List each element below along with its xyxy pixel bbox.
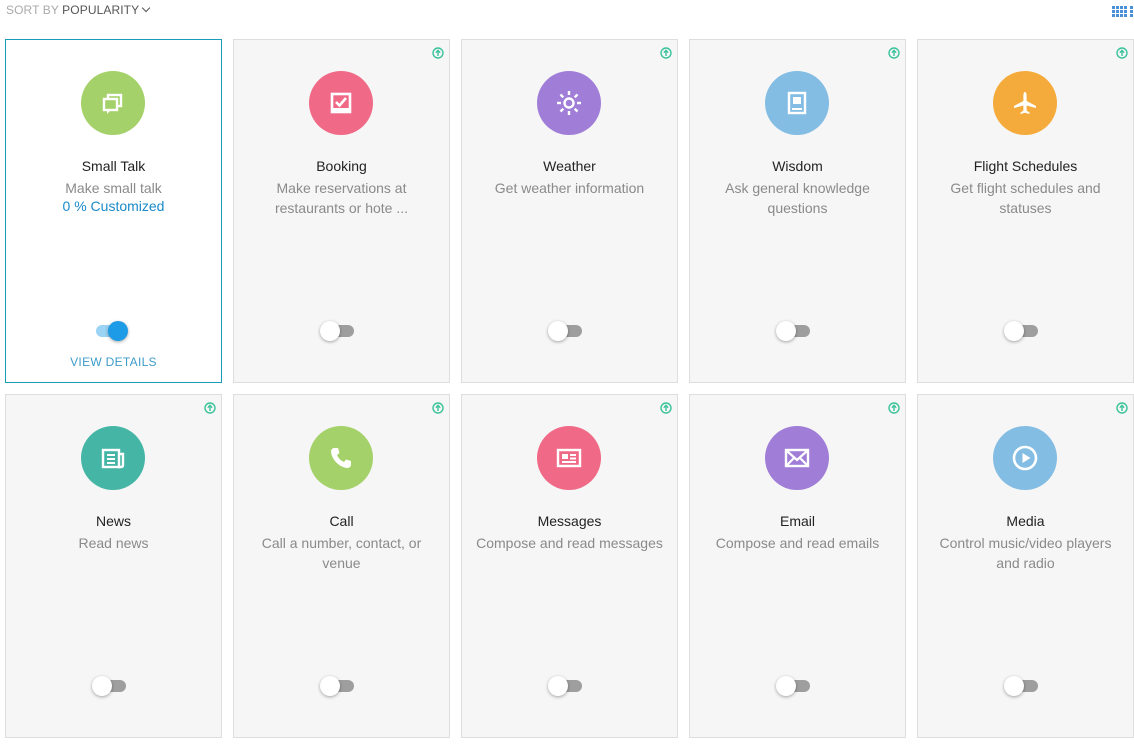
calendar-check-icon (309, 71, 373, 135)
agent-card-messages[interactable]: Messages Compose and read messages (461, 394, 678, 738)
upgrade-icon[interactable] (1116, 47, 1128, 59)
play-icon (993, 426, 1057, 490)
upgrade-icon[interactable] (660, 402, 672, 414)
phone-icon (309, 426, 373, 490)
card-title: Flight Schedules (973, 158, 1078, 174)
agent-card-wisdom[interactable]: Wisdom Ask general knowledge questions (689, 39, 906, 383)
enable-toggle[interactable] (776, 675, 812, 697)
card-title: Weather (543, 158, 596, 174)
book-icon (765, 71, 829, 135)
card-title: Media (1006, 513, 1045, 529)
enable-toggle[interactable] (776, 320, 812, 342)
customized-status: 0 % Customized (62, 198, 165, 214)
enable-toggle[interactable] (1004, 320, 1040, 342)
card-description: Make small talk (65, 180, 162, 196)
enable-toggle[interactable] (320, 320, 356, 342)
enable-toggle[interactable] (320, 675, 356, 697)
sort-control[interactable]: SORT BY POPULARITY (6, 3, 151, 17)
upgrade-icon[interactable] (1116, 402, 1128, 414)
card-description: Make reservations at restaurants or hote… (274, 180, 409, 216)
agent-card-small-talk[interactable]: Small Talk Make small talk 0 % Customize… (5, 39, 222, 383)
card-description: Compose and read emails (715, 535, 880, 551)
enable-toggle[interactable] (548, 675, 584, 697)
enable-toggle[interactable] (548, 320, 584, 342)
enable-toggle[interactable] (1004, 675, 1040, 697)
upgrade-icon[interactable] (888, 402, 900, 414)
chat-bubbles-icon (81, 71, 145, 135)
chevron-down-icon[interactable] (141, 3, 151, 13)
card-title: Wisdom (772, 158, 823, 174)
card-description: Read news (78, 535, 149, 551)
upgrade-icon[interactable] (432, 47, 444, 59)
card-title: Email (779, 513, 815, 529)
airplane-icon (993, 71, 1057, 135)
card-description: Control music/video players and radio (939, 535, 1112, 571)
card-title: Messages (537, 513, 602, 529)
upgrade-icon[interactable] (204, 402, 216, 414)
agent-card-weather[interactable]: Weather Get weather information (461, 39, 678, 383)
upgrade-icon[interactable] (660, 47, 672, 59)
agent-card-flight-schedules[interactable]: Flight Schedules Get flight schedules an… (917, 39, 1134, 383)
card-description: Ask general knowledge questions (725, 180, 870, 216)
card-description: Compose and read messages (476, 535, 663, 551)
card-title: Call (329, 513, 354, 529)
card-title: Booking (316, 158, 367, 174)
grid-view-icon[interactable] (1112, 6, 1134, 18)
sort-value[interactable]: POPULARITY (62, 3, 139, 17)
agent-card-media[interactable]: Media Control music/video players and ra… (917, 394, 1134, 738)
sun-icon (537, 71, 601, 135)
card-title: Small Talk (81, 158, 146, 174)
card-description: Get weather information (494, 180, 645, 196)
card-description: Get flight schedules and statuses (950, 180, 1101, 216)
enable-toggle[interactable] (92, 320, 128, 342)
message-icon (537, 426, 601, 490)
enable-toggle[interactable] (92, 675, 128, 697)
card-description: Call a number, contact, or venue (261, 535, 422, 571)
sort-by-label: SORT BY (6, 3, 59, 17)
upgrade-icon[interactable] (888, 47, 900, 59)
agent-card-email[interactable]: Email Compose and read emails (689, 394, 906, 738)
envelope-icon (765, 426, 829, 490)
view-details-link[interactable]: VIEW DETAILS (6, 355, 221, 369)
agent-card-call[interactable]: Call Call a number, contact, or venue (233, 394, 450, 738)
newspaper-icon (81, 426, 145, 490)
card-title: News (95, 513, 131, 529)
agent-card-news[interactable]: News Read news (5, 394, 222, 738)
agent-card-booking[interactable]: Booking Make reservations at restaurants… (233, 39, 450, 383)
upgrade-icon[interactable] (432, 402, 444, 414)
